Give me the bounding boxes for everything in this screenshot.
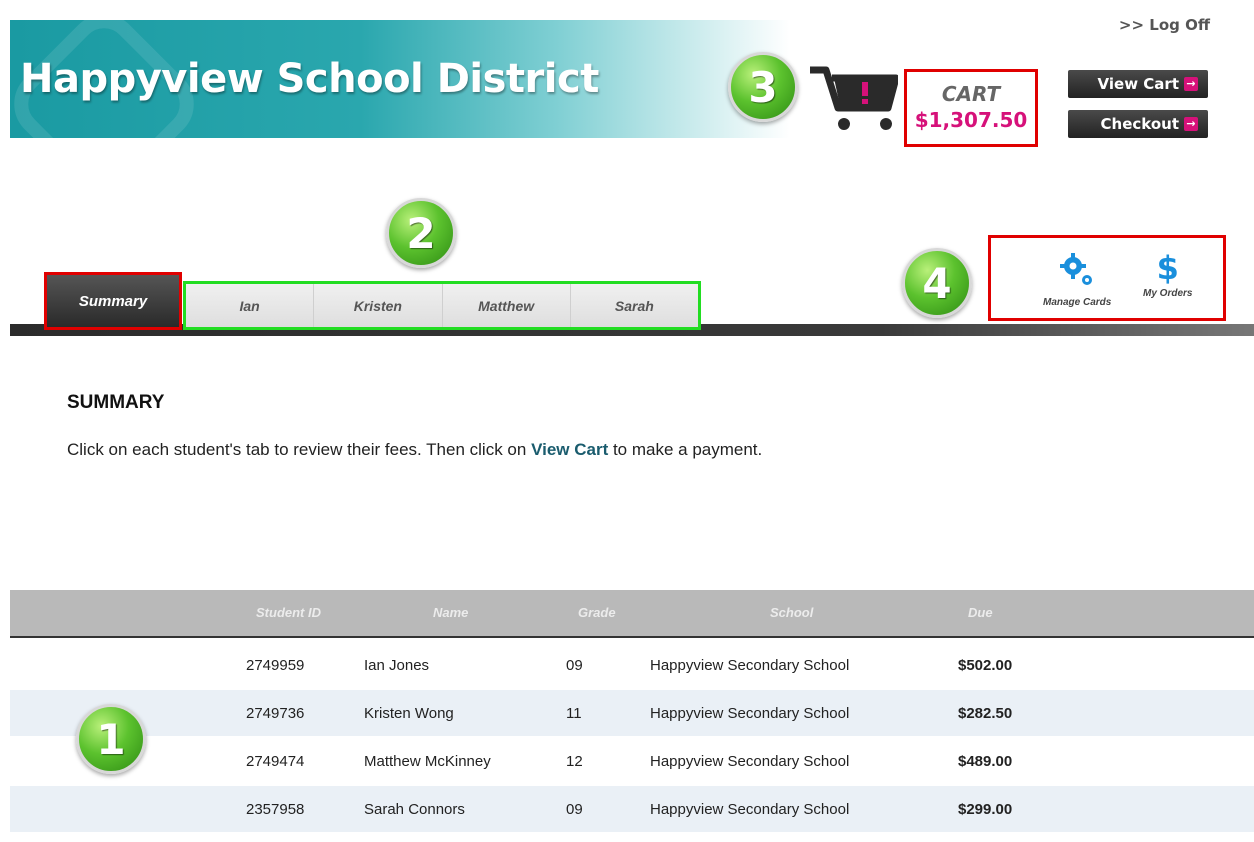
student-name: Ian Jones (364, 657, 430, 674)
table-row: 2749959 Ian Jones 09 Happyview Secondary… (10, 642, 1254, 688)
cart-icon (810, 66, 898, 130)
student-school: Happyview Secondary School (650, 705, 850, 722)
col-grade: Grade (578, 605, 616, 620)
student-name: Matthew McKinney (364, 753, 491, 770)
checkout-button[interactable]: Checkout → (1068, 110, 1208, 138)
student-id: 2357958 (246, 801, 305, 818)
student-grade: 09 (566, 801, 583, 818)
log-off-link[interactable]: >> Log Off (1119, 16, 1210, 34)
col-name: Name (433, 605, 469, 620)
manage-cards-label: Manage Cards (1043, 297, 1112, 308)
amount-due: $502.00 (958, 657, 1013, 674)
student-id: 2749474 (246, 753, 305, 770)
tab-student-matthew[interactable]: Matthew (442, 284, 571, 327)
table-row: 2749736 Kristen Wong 11 Happyview Second… (10, 690, 1254, 736)
amount-due: $282.50 (958, 705, 1013, 722)
student-grade: 12 (566, 753, 583, 770)
manage-cards-button[interactable]: Manage Cards (1043, 252, 1111, 308)
table-header: Student ID Name Grade School Due (10, 590, 1254, 638)
page-heading: SUMMARY (67, 392, 165, 413)
col-due: Due (968, 605, 993, 620)
my-orders-label: My Orders (1143, 288, 1193, 299)
student-tabs: Ian Kristen Matthew Sarah (183, 281, 701, 330)
student-grade: 09 (566, 657, 583, 674)
view-cart-button[interactable]: View Cart → (1068, 70, 1208, 98)
my-orders-button[interactable]: $ My Orders (1143, 252, 1192, 299)
callout-badge-1: 1 (76, 704, 146, 774)
student-school: Happyview Secondary School (650, 801, 850, 818)
table-row: 2357958 Sarah Connors 09 Happyview Secon… (10, 786, 1254, 832)
instructions-text: Click on each student's tab to review th… (67, 440, 532, 459)
tab-student-sarah[interactable]: Sarah (570, 284, 698, 327)
student-id: 2749959 (246, 657, 305, 674)
student-id: 2749736 (246, 705, 305, 722)
arrow-right-icon: → (1184, 117, 1198, 131)
callout-badge-2: 2 (386, 198, 456, 268)
instructions: Click on each student's tab to review th… (67, 440, 762, 460)
tab-student-kristen[interactable]: Kristen (314, 284, 443, 327)
view-cart-link[interactable]: View Cart (531, 440, 608, 459)
arrow-right-icon: → (1184, 77, 1198, 91)
col-student-id: Student ID (256, 605, 321, 620)
instructions-text-end: to make a payment. (608, 440, 763, 459)
cart-label: CART (941, 82, 1001, 106)
student-name: Sarah Connors (364, 801, 465, 818)
tab-summary[interactable]: Summary (44, 272, 182, 330)
account-tools: Manage Cards $ My Orders (988, 235, 1226, 321)
amount-due: $489.00 (958, 753, 1013, 770)
cart-total-box: CART $1,307.50 (904, 69, 1038, 147)
tab-student-ian[interactable]: Ian (186, 284, 315, 327)
student-grade: 11 (566, 705, 582, 722)
col-school: School (770, 605, 814, 620)
amount-due: $299.00 (958, 801, 1013, 818)
student-name: Kristen Wong (364, 705, 454, 722)
table-row: 2749474 Matthew McKinney 12 Happyview Se… (10, 738, 1254, 784)
checkout-label: Checkout (1100, 115, 1179, 133)
student-school: Happyview Secondary School (650, 657, 850, 674)
site-title: Happyview School District (20, 56, 599, 102)
header-banner: Happyview School District (10, 20, 790, 138)
cart-amount: $1,307.50 (914, 108, 1028, 132)
gear-icon (1060, 253, 1093, 285)
view-cart-label: View Cart (1097, 75, 1179, 93)
student-school: Happyview Secondary School (650, 753, 850, 770)
dollar-icon: $ (1156, 249, 1179, 287)
callout-badge-4: 4 (902, 248, 972, 318)
callout-badge-3: 3 (728, 52, 798, 122)
